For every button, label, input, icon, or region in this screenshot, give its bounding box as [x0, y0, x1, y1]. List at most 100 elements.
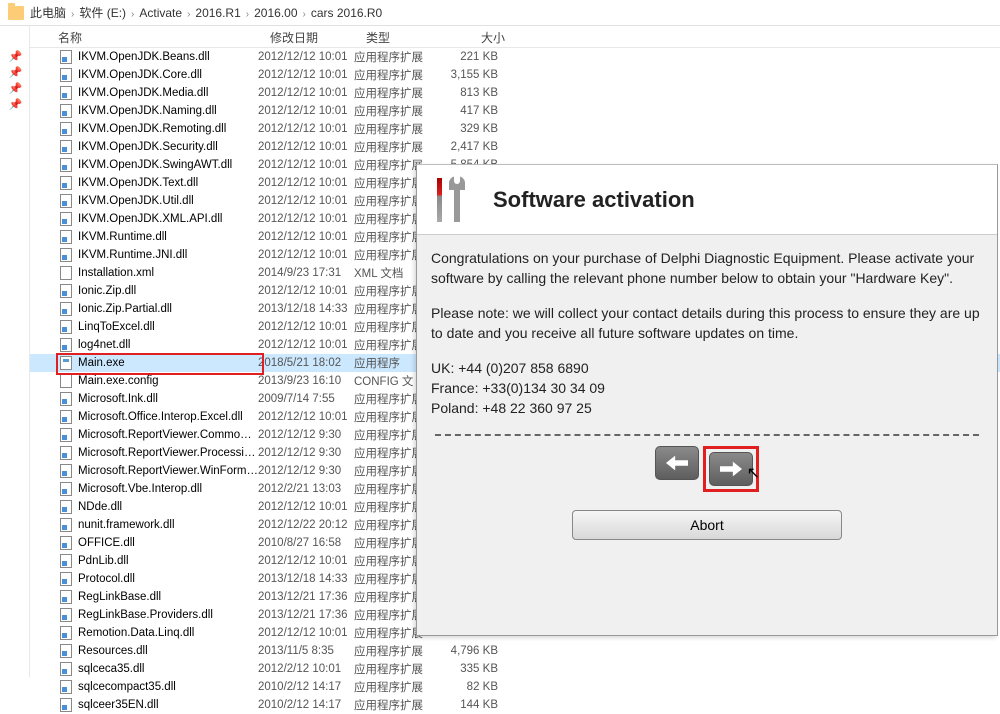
dll-icon: [58, 86, 74, 100]
file-row[interactable]: sqlceer35EN.dll2010/2/12 14:17应用程序扩展144 …: [30, 696, 1000, 714]
file-name: Installation.xml: [78, 267, 258, 279]
file-name: IKVM.OpenJDK.Core.dll: [78, 69, 258, 81]
pin-icon[interactable]: 📌: [9, 66, 21, 78]
back-button[interactable]: [655, 446, 699, 480]
dialog-body: Congratulations on your purchase of Delp…: [417, 235, 997, 540]
file-name: IKVM.OpenJDK.Security.dll: [78, 141, 258, 153]
file-type: 应用程序扩展: [354, 49, 436, 65]
file-name: Protocol.dll: [78, 573, 258, 585]
col-type[interactable]: 类型: [358, 26, 440, 47]
dll-icon: [58, 158, 74, 172]
file-date: 2012/12/12 9:30: [258, 465, 354, 477]
dll-icon: [58, 428, 74, 442]
dll-icon: [58, 212, 74, 226]
file-date: 2013/12/18 14:33: [258, 573, 354, 585]
file-date: 2012/12/12 10:01: [258, 159, 354, 171]
file-date: 2012/12/22 20:12: [258, 519, 354, 531]
dll-icon: [58, 572, 74, 586]
dll-icon: [58, 50, 74, 64]
next-button[interactable]: [709, 452, 753, 486]
xml-icon: [58, 374, 74, 388]
file-name: OFFICE.dll: [78, 537, 258, 549]
file-date: 2012/12/12 10:01: [258, 177, 354, 189]
col-name[interactable]: 名称: [30, 26, 262, 47]
file-row[interactable]: sqlceca35.dll2012/2/12 10:01应用程序扩展335 KB: [30, 660, 1000, 678]
file-row[interactable]: IKVM.OpenJDK.Beans.dll2012/12/12 10:01应用…: [30, 48, 1000, 66]
dll-icon: [58, 68, 74, 82]
breadcrumb-segment[interactable]: cars 2016.R0: [311, 6, 382, 20]
dll-icon: [58, 248, 74, 262]
file-date: 2012/12/12 9:30: [258, 447, 354, 459]
file-size: 221 KB: [436, 51, 510, 63]
dll-icon: [58, 536, 74, 550]
file-size: 813 KB: [436, 87, 510, 99]
file-row[interactable]: Resources.dll2013/11/5 8:35应用程序扩展4,796 K…: [30, 642, 1000, 660]
col-size[interactable]: 大小: [440, 26, 514, 47]
file-name: IKVM.OpenJDK.Util.dll: [78, 195, 258, 207]
breadcrumb[interactable]: 此电脑›软件 (E:)›Activate›2016.R1›2016.00›car…: [0, 0, 1000, 26]
breadcrumb-segment[interactable]: Activate: [139, 6, 182, 20]
file-date: 2012/12/12 10:01: [258, 249, 354, 261]
file-row[interactable]: IKVM.OpenJDK.Media.dll2012/12/12 10:01应用…: [30, 84, 1000, 102]
breadcrumb-segment[interactable]: 2016.R1: [195, 6, 240, 20]
dll-icon: [58, 698, 74, 712]
file-date: 2013/9/23 16:10: [258, 375, 354, 387]
breadcrumb-segment[interactable]: 2016.00: [254, 6, 297, 20]
file-name: IKVM.OpenJDK.Remoting.dll: [78, 123, 258, 135]
dialog-phones: UK: +44 (0)207 858 6890 France: +33(0)13…: [431, 359, 983, 418]
col-date[interactable]: 修改日期: [262, 26, 358, 47]
file-row[interactable]: IKVM.OpenJDK.Naming.dll2012/12/12 10:01应…: [30, 102, 1000, 120]
chevron-right-icon: ›: [187, 9, 190, 20]
file-name: IKVM.OpenJDK.Naming.dll: [78, 105, 258, 117]
column-headers[interactable]: 名称 修改日期 类型 大小: [30, 26, 1000, 48]
file-date: 2012/12/12 10:01: [258, 87, 354, 99]
file-name: nunit.framework.dll: [78, 519, 258, 531]
dll-icon: [58, 122, 74, 136]
pin-icon[interactable]: 📌: [9, 98, 21, 110]
pin-icon[interactable]: 📌: [9, 50, 21, 62]
file-row[interactable]: IKVM.OpenJDK.Core.dll2012/12/12 10:01应用程…: [30, 66, 1000, 84]
pin-icon[interactable]: 📌: [9, 82, 21, 94]
file-name: sqlceer35EN.dll: [78, 699, 258, 711]
file-date: 2012/12/12 10:01: [258, 627, 354, 639]
file-row[interactable]: IKVM.OpenJDK.Security.dll2012/12/12 10:0…: [30, 138, 1000, 156]
dialog-header: Software activation: [417, 165, 997, 235]
file-date: 2010/2/12 14:17: [258, 699, 354, 711]
file-date: 2010/8/27 16:58: [258, 537, 354, 549]
file-name: Microsoft.Office.Interop.Excel.dll: [78, 411, 258, 423]
file-type: 应用程序扩展: [354, 103, 436, 119]
dll-icon: [58, 302, 74, 316]
file-type: 应用程序扩展: [354, 67, 436, 83]
dll-icon: [58, 140, 74, 154]
dialog-title: Software activation: [493, 187, 695, 213]
file-row[interactable]: IKVM.OpenJDK.Remoting.dll2012/12/12 10:0…: [30, 120, 1000, 138]
file-size: 329 KB: [436, 123, 510, 135]
file-size: 417 KB: [436, 105, 510, 117]
dll-icon: [58, 464, 74, 478]
file-date: 2009/7/14 7:55: [258, 393, 354, 405]
dialog-text-2: Please note: we will collect your contac…: [431, 304, 983, 343]
dll-icon: [58, 482, 74, 496]
activation-dialog: Software activation Congratulations on y…: [416, 164, 998, 636]
file-size: 82 KB: [436, 681, 510, 693]
dll-icon: [58, 680, 74, 694]
file-date: 2013/11/5 8:35: [258, 645, 354, 657]
file-size: 4,796 KB: [436, 645, 510, 657]
dll-icon: [58, 320, 74, 334]
file-row[interactable]: sqlcecompact35.dll2010/2/12 14:17应用程序扩展8…: [30, 678, 1000, 696]
dialog-text-1: Congratulations on your purchase of Delp…: [431, 249, 983, 288]
file-name: Microsoft.ReportViewer.Common.dll: [78, 429, 258, 441]
breadcrumb-segment[interactable]: 此电脑: [30, 6, 66, 20]
file-name: log4net.dll: [78, 339, 258, 351]
file-type: 应用程序扩展: [354, 139, 436, 155]
chevron-right-icon: ›: [131, 9, 134, 20]
breadcrumb-segment[interactable]: 软件 (E:): [79, 6, 126, 20]
abort-button[interactable]: Abort: [572, 510, 842, 540]
file-name: Main.exe.config: [78, 375, 258, 387]
file-type: 应用程序扩展: [354, 697, 436, 713]
file-date: 2012/12/12 9:30: [258, 429, 354, 441]
file-size: 3,155 KB: [436, 69, 510, 81]
file-type: 应用程序扩展: [354, 121, 436, 137]
file-date: 2012/12/12 10:01: [258, 555, 354, 567]
dll-icon: [58, 410, 74, 424]
